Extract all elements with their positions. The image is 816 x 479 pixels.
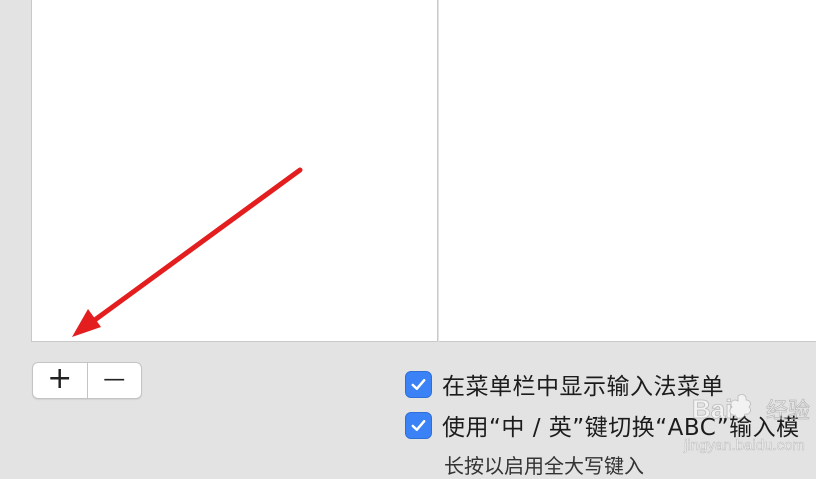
- caps-lock-hint: 长按以启用全大写键入: [444, 454, 644, 478]
- remove-button[interactable]: —: [86, 363, 142, 398]
- minus-icon: —: [103, 366, 126, 392]
- add-button[interactable]: +: [33, 363, 87, 398]
- show-input-menu-label: 在菜单栏中显示输入法菜单: [442, 374, 724, 400]
- switch-abc-label: 使用“中 / 英”键切换“ABC”输入模: [442, 415, 800, 441]
- plus-icon: +: [47, 362, 73, 396]
- option-switch-abc[interactable]: 使用“中 / 英”键切换“ABC”输入模: [405, 408, 800, 442]
- checkmark-icon: [411, 378, 426, 390]
- checkmark-icon: [411, 419, 426, 431]
- add-remove-button-group: + —: [32, 362, 142, 399]
- switch-abc-checkbox[interactable]: [405, 411, 432, 439]
- option-show-input-menu[interactable]: 在菜单栏中显示输入法菜单: [405, 367, 724, 401]
- show-input-menu-checkbox[interactable]: [405, 370, 432, 398]
- input-source-list[interactable]: [31, 0, 438, 342]
- input-source-detail-panel: [439, 0, 816, 342]
